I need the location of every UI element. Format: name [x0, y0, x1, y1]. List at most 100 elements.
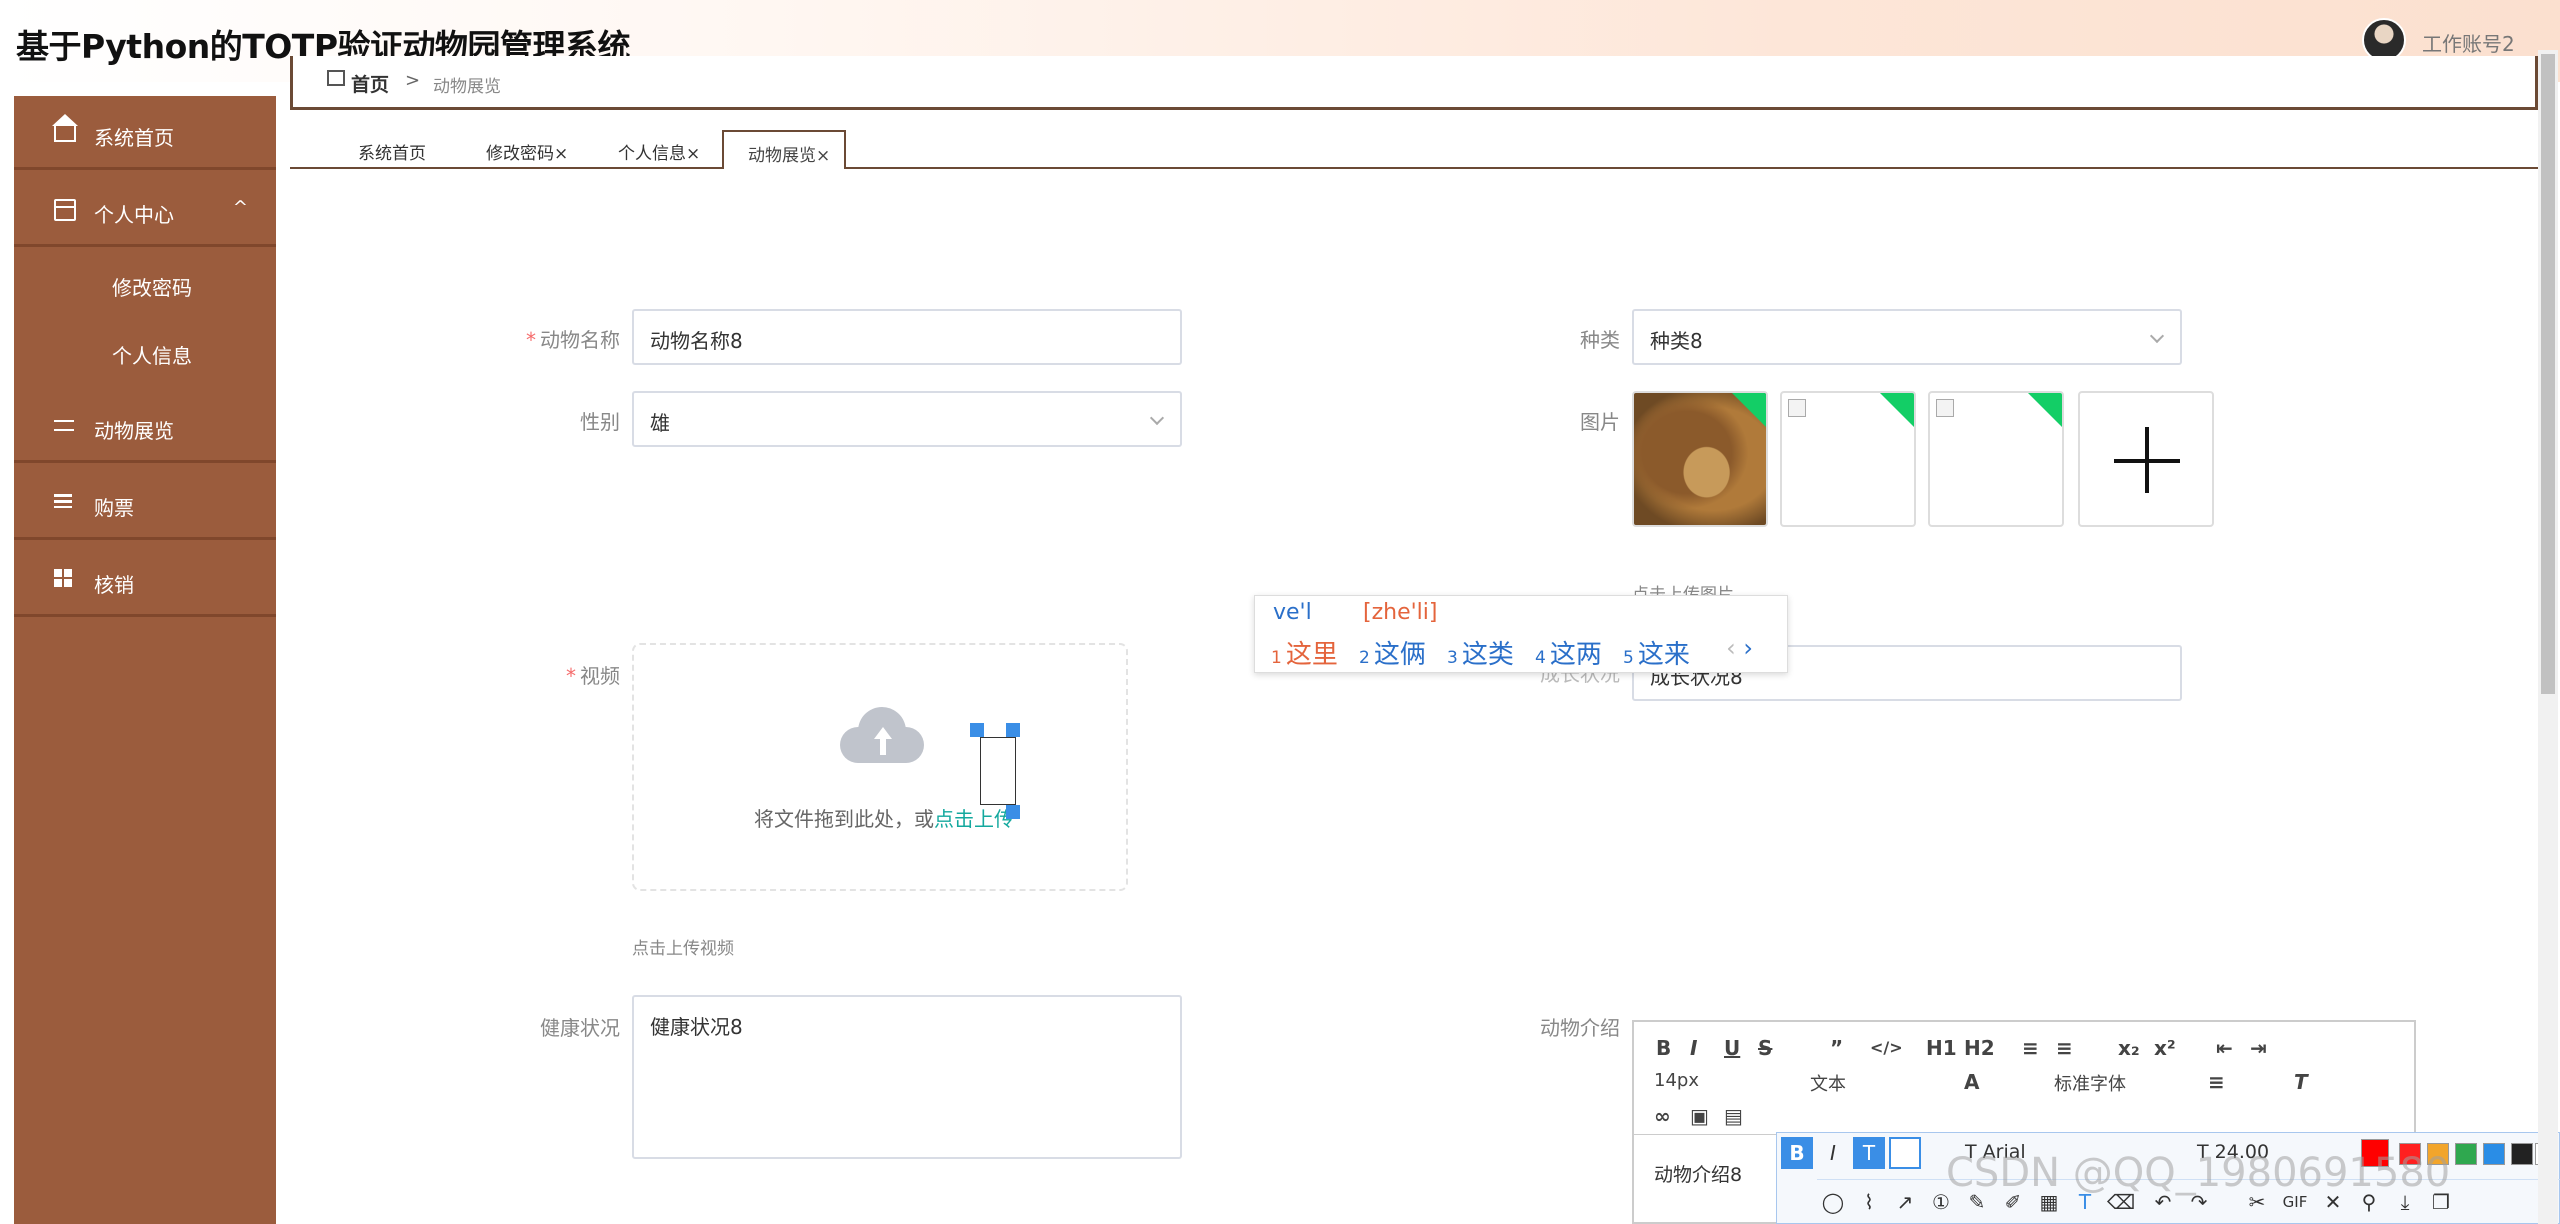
sidebar-item-label: 核销: [94, 573, 134, 597]
user-name[interactable]: 工作账号2: [2422, 28, 2515, 57]
gender-label: 性别: [580, 410, 620, 434]
uploaded-image-broken[interactable]: [1928, 391, 2064, 527]
ime-candidate[interactable]: 3 这类: [1447, 634, 1514, 671]
quote-button[interactable]: ”: [1830, 1036, 1843, 1060]
cloud-upload-icon: [840, 707, 924, 763]
bullet-list-button[interactable]: ≡: [2056, 1036, 2073, 1060]
intro-content[interactable]: 动物介绍8: [1654, 1160, 1742, 1187]
gender-value: 雄: [650, 411, 670, 435]
bold-button[interactable]: B: [1656, 1036, 1671, 1060]
breadcrumb-home[interactable]: 首页: [351, 70, 389, 97]
code-button[interactable]: </>: [1870, 1038, 1903, 1057]
tab-change-password[interactable]: 修改密码×: [486, 130, 568, 168]
picture-label: 图片: [1580, 410, 1620, 434]
video-upload-dropzone[interactable]: 将文件拖到此处，或点击上传: [632, 643, 1128, 891]
sidebar-item-tickets[interactable]: 购票: [14, 466, 276, 540]
underline-button[interactable]: U: [1724, 1036, 1740, 1060]
h1-button[interactable]: H1: [1926, 1036, 1957, 1060]
category-value: 种类8: [1650, 329, 1703, 353]
italic-toggle[interactable]: I: [1817, 1137, 1849, 1169]
breadcrumb-current: 动物展览: [433, 77, 501, 97]
user-card-icon: [54, 199, 76, 221]
bold-toggle[interactable]: B: [1781, 1137, 1813, 1169]
breadcrumb-separator: >: [405, 70, 421, 91]
italic-button[interactable]: I: [1690, 1036, 1697, 1060]
ime-candidate[interactable]: 1 这里: [1271, 634, 1338, 671]
tab-animal-exhibition[interactable]: 动物展览×: [722, 130, 846, 169]
sidebar-item-animal-exhibition[interactable]: 动物展览: [14, 389, 276, 463]
grid-icon: [54, 569, 76, 591]
font-family-select[interactable]: 标准字体: [2054, 1070, 2126, 1096]
ime-candidate[interactable]: 2 这俩: [1359, 634, 1426, 671]
align-button[interactable]: ≡: [2208, 1070, 2225, 1094]
ime-nav[interactable]: ‹ ›: [1726, 634, 1753, 662]
border-toggle[interactable]: [1889, 1137, 1921, 1169]
category-select[interactable]: 种类8: [1632, 309, 2182, 365]
text-bg-toggle[interactable]: T: [1853, 1137, 1885, 1169]
ime-candidate[interactable]: 4 这两: [1535, 634, 1602, 671]
intro-label: 动物介绍: [1540, 1016, 1620, 1040]
sidebar-subitem-change-password[interactable]: 修改密码: [14, 250, 276, 318]
font-size-select[interactable]: 14px: [1654, 1070, 1699, 1091]
tab-home[interactable]: 系统首页: [358, 130, 426, 168]
category-label: 种类: [1580, 328, 1620, 352]
uploaded-image-broken[interactable]: [1780, 391, 1916, 527]
color-green[interactable]: [2455, 1143, 2477, 1165]
indent-button[interactable]: ⇥: [2250, 1036, 2267, 1060]
add-image-button[interactable]: [2078, 391, 2214, 527]
sidebar-subitem-label: 个人信息: [112, 344, 192, 368]
text-selection-box: [980, 737, 1016, 805]
rotate-handle[interactable]: [970, 723, 984, 737]
strike-button[interactable]: S: [1758, 1036, 1772, 1060]
upload-link[interactable]: 点击上传: [934, 807, 1014, 831]
health-textarea[interactable]: 健康状况8: [632, 995, 1182, 1159]
sidebar-item-personal-center[interactable]: 个人中心 ^: [14, 173, 276, 247]
shape-icon[interactable]: ◯: [1817, 1186, 1849, 1218]
home-icon: [52, 114, 78, 142]
sliders-icon: [54, 415, 76, 437]
sidebar: 系统首页 个人中心 ^ 修改密码 个人信息 动物展览 购票 核销: [14, 96, 276, 1224]
chevron-down-icon: [2149, 328, 2165, 344]
color-black[interactable]: [2511, 1143, 2533, 1165]
subscript-button[interactable]: x₂: [2118, 1036, 2140, 1060]
video-icon[interactable]: ▤: [1724, 1104, 1743, 1128]
sidebar-subitem-personal-info[interactable]: 个人信息: [14, 318, 276, 386]
chevron-up-icon: ^: [232, 197, 248, 218]
upload-success-badge: [1730, 393, 1766, 429]
text-type-select[interactable]: 文本: [1810, 1070, 1846, 1096]
breadcrumb: 首页 > 动物展览: [290, 56, 2538, 110]
resize-handle[interactable]: [1006, 805, 1020, 819]
sidebar-item-label: 系统首页: [94, 126, 174, 150]
ime-candidate[interactable]: 5 这来: [1623, 634, 1690, 671]
uploaded-image-lion[interactable]: [1632, 391, 1768, 527]
sidebar-item-label: 动物展览: [94, 419, 174, 443]
sidebar-item-verify[interactable]: 核销: [14, 543, 276, 617]
clear-format-button[interactable]: T: [2294, 1070, 2308, 1094]
ordered-list-button[interactable]: ≡: [2022, 1036, 2039, 1060]
polyline-icon[interactable]: ⌇: [1853, 1186, 1885, 1218]
name-input[interactable]: 动物名称8: [632, 309, 1182, 365]
video-hint: 点击上传视频: [632, 939, 734, 959]
upload-instruction: 将文件拖到此处，或点击上传: [754, 807, 1014, 831]
ime-candidate-popup: ve'l [zhe'li] 1 这里 2 这俩 3 这类 4 这两 5 这来 ‹ ›: [1254, 595, 1788, 673]
sidebar-item-home[interactable]: 系统首页: [14, 96, 276, 170]
scrollbar-thumb[interactable]: [2541, 54, 2555, 694]
close-handle[interactable]: [1006, 723, 1020, 737]
h2-button[interactable]: H2: [1964, 1036, 1995, 1060]
font-color-button[interactable]: A: [1964, 1070, 1979, 1094]
gender-select[interactable]: 雄: [632, 391, 1182, 447]
color-blue[interactable]: [2483, 1143, 2505, 1165]
arrow-icon[interactable]: ↗: [1889, 1186, 1921, 1218]
superscript-button[interactable]: x²: [2154, 1036, 2176, 1060]
outdent-button[interactable]: ⇤: [2216, 1036, 2233, 1060]
home-icon: [327, 70, 345, 86]
upload-success-badge: [2026, 393, 2062, 429]
tab-personal-info[interactable]: 个人信息×: [618, 130, 700, 168]
image-icon[interactable]: ▣: [1690, 1104, 1709, 1128]
upload-success-badge: [1878, 393, 1914, 429]
link-icon[interactable]: ∞: [1654, 1104, 1671, 1128]
broken-image-icon: [1788, 399, 1806, 417]
watermark: CSDN @QQ_1980691580: [1946, 1150, 2451, 1196]
name-label: * 动物名称: [526, 328, 620, 352]
page-scrollbar[interactable]: [2538, 50, 2558, 1224]
